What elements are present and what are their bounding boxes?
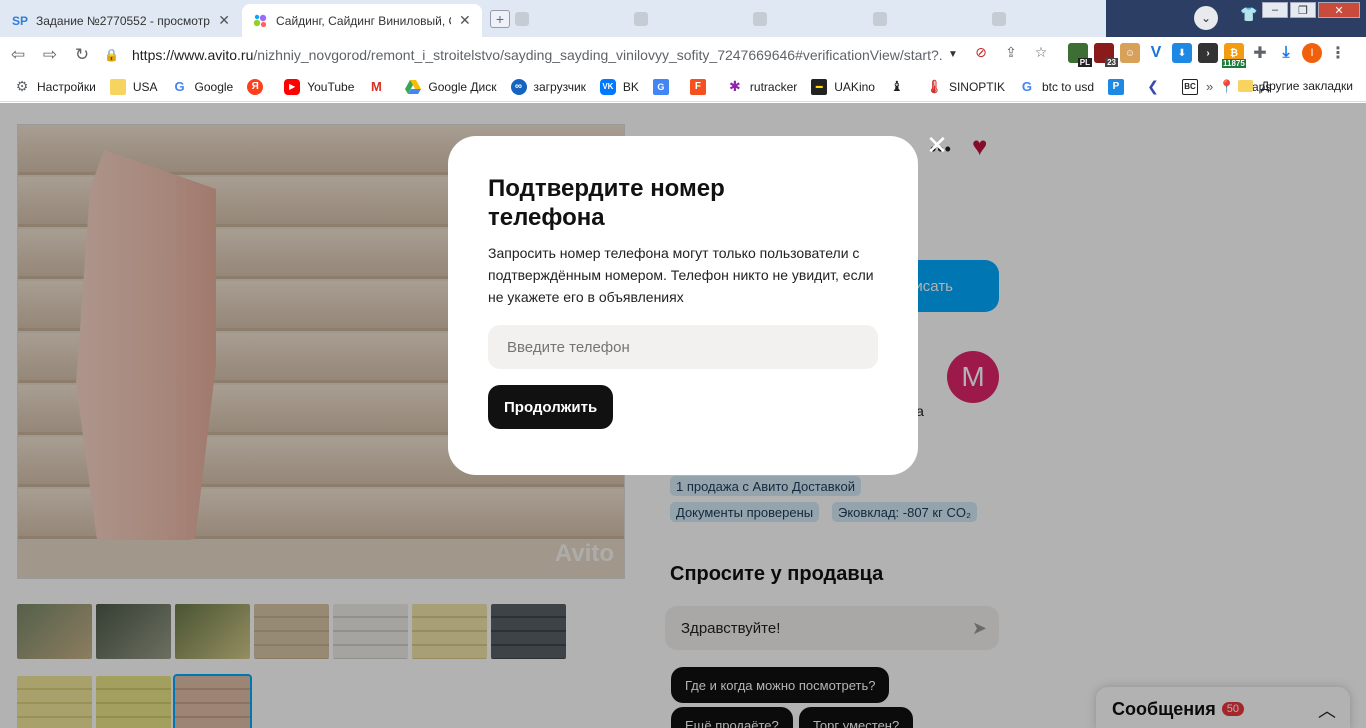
avito-icon bbox=[252, 13, 268, 29]
bookmarks-bar: ⚙ Настройки USA G Google Я ▶ YouTube M Goog… bbox=[0, 72, 1366, 102]
minimize-icon[interactable]: – bbox=[1262, 2, 1288, 18]
bookmark-bc[interactable]: BC bbox=[1182, 78, 1205, 95]
face-extension-icon[interactable]: ☺ bbox=[1120, 43, 1140, 63]
modal-title: Подтвердите номер телефона bbox=[488, 175, 725, 231]
p-icon: P bbox=[1108, 78, 1124, 95]
window-controls: – ❐ ✕ bbox=[1262, 2, 1360, 18]
tab-avito[interactable]: Сайдинг, Сайдинг Виниловый, Со ✕ bbox=[242, 4, 482, 37]
vk-icon: VK bbox=[599, 78, 616, 95]
bookmark-youtube[interactable]: ▶ YouTube bbox=[284, 78, 354, 95]
bookmark-google[interactable]: G Google bbox=[172, 79, 233, 95]
google-icon: G bbox=[1021, 79, 1033, 94]
map-pin-icon: 📍 bbox=[1218, 78, 1236, 94]
bookmark-translate[interactable]: G bbox=[652, 78, 676, 95]
puzzle-icon[interactable]: ✚ bbox=[1250, 43, 1270, 63]
bookmark-uakino[interactable]: ▬ UAKino bbox=[811, 78, 875, 95]
window-close-icon[interactable]: ✕ bbox=[1318, 2, 1360, 18]
reload-icon[interactable]: ↻ bbox=[68, 41, 96, 69]
translate-icon: G bbox=[652, 78, 669, 95]
tab-search-icon[interactable]: ⌄ bbox=[1194, 6, 1218, 30]
folder-icon bbox=[1238, 80, 1253, 92]
bookmark-loader[interactable]: ∞ загрузчик bbox=[510, 78, 586, 95]
bookmark-drive[interactable]: Google Диск bbox=[405, 79, 497, 95]
calendar-extension-icon[interactable]: 23 bbox=[1094, 43, 1118, 67]
tab-task[interactable]: SP Задание №2770552 - просмотр з ✕ bbox=[2, 4, 240, 37]
download-extension-icon[interactable]: ⬇ bbox=[1172, 43, 1192, 63]
bookmark-gmail[interactable]: M bbox=[368, 79, 391, 95]
tab-ghost[interactable] bbox=[634, 6, 747, 32]
gmail-icon: M bbox=[370, 79, 382, 94]
tab-title: Задание №2770552 - просмотр з bbox=[36, 13, 211, 28]
extensions: PL 23 ☺ V ⬇ › ₿ 11875 ✚ ⤓ I ⋮ bbox=[1068, 43, 1348, 68]
folder-icon bbox=[109, 78, 126, 95]
lock-icon: 🔒 bbox=[104, 47, 119, 62]
google-icon: G bbox=[174, 79, 185, 94]
v-extension-icon[interactable]: V bbox=[1146, 43, 1166, 63]
forward-icon[interactable]: ⇨ bbox=[36, 41, 64, 69]
sp-favicon-icon: SP bbox=[12, 13, 29, 28]
bookmark-btc[interactable]: Gbtc to usd bbox=[1019, 79, 1094, 95]
profile-avatar[interactable]: I bbox=[1302, 43, 1322, 63]
bookmark-p[interactable]: P bbox=[1108, 78, 1131, 95]
uakino-icon: ▬ bbox=[811, 78, 828, 95]
maximize-icon[interactable]: ❐ bbox=[1290, 2, 1316, 18]
gear-icon: ⚙ bbox=[15, 78, 29, 94]
tab-strip: SP Задание №2770552 - просмотр з ✕ Сайди… bbox=[0, 0, 1366, 37]
bookmarks-overflow[interactable]: » bbox=[1206, 79, 1213, 94]
other-bookmarks[interactable]: Другие закладки bbox=[1238, 79, 1353, 93]
bookmark-sinoptik[interactable]: 🌡 SINOPTIK bbox=[926, 79, 1005, 95]
drive-icon bbox=[405, 79, 422, 95]
menu-icon[interactable]: ⋮ bbox=[1328, 43, 1348, 63]
infinity-icon: ∞ bbox=[510, 78, 527, 95]
bc-icon: BC bbox=[1182, 78, 1198, 95]
close-icon[interactable]: ✕ bbox=[218, 12, 230, 29]
back-icon[interactable]: ⇦ bbox=[4, 41, 32, 69]
new-tab-icon[interactable]: + bbox=[490, 10, 510, 28]
star-icon[interactable]: ☆ bbox=[1032, 43, 1050, 61]
tab-title: Сайдинг, Сайдинг Виниловый, Со bbox=[276, 13, 451, 28]
tab-ghost[interactable] bbox=[872, 6, 986, 32]
url-text: https://www.avito.ru/nizhniy_novgorod/re… bbox=[132, 46, 942, 63]
bookmark-settings[interactable]: ⚙ Настройки bbox=[14, 78, 96, 95]
thermometer-icon: 🌡 bbox=[925, 78, 943, 94]
bookmark-rutracker[interactable]: ✱ rutracker bbox=[727, 78, 797, 95]
downloads-icon[interactable]: ⤓ bbox=[1276, 43, 1296, 63]
close-icon[interactable]: ✕ bbox=[926, 132, 948, 158]
coin-extension-icon[interactable]: ₿ 11875 bbox=[1222, 43, 1246, 68]
bookmark-yandex[interactable]: Я bbox=[247, 78, 270, 95]
continue-button[interactable]: Продолжить bbox=[488, 385, 614, 429]
modal-description: Запросить номер телефона могут только по… bbox=[488, 245, 874, 305]
address-bar[interactable]: 🔒 https://www.avito.ru/nizhniy_novgorod/… bbox=[104, 41, 966, 68]
tab-ghost[interactable] bbox=[515, 6, 628, 32]
bookmark-chevron[interactable]: ❮ bbox=[1145, 78, 1168, 95]
caret-down-icon[interactable]: ▼ bbox=[948, 49, 958, 60]
phone-input[interactable] bbox=[488, 325, 878, 369]
tab-ghost[interactable] bbox=[753, 6, 866, 32]
bookmark-f[interactable]: F bbox=[689, 78, 713, 95]
blocked-icon[interactable]: ⊘ bbox=[972, 43, 990, 61]
close-icon[interactable]: ✕ bbox=[459, 12, 471, 29]
chess-icon: ♝ bbox=[890, 78, 904, 94]
bookmark-vk[interactable]: VK BK bbox=[599, 78, 639, 95]
terminal-extension-icon[interactable]: › bbox=[1198, 43, 1218, 63]
share-icon[interactable]: ⇪ bbox=[1002, 43, 1020, 61]
bookmark-chess[interactable]: ♝ bbox=[889, 78, 912, 95]
f-icon: F bbox=[689, 78, 706, 95]
bookmark-usa[interactable]: USA bbox=[109, 78, 158, 95]
background-tabs bbox=[515, 6, 1105, 32]
browser-toolbar: ⇦ ⇨ ↻ 🔒 https://www.avito.ru/nizhniy_nov… bbox=[0, 37, 1366, 72]
shirt-icon: 👕 bbox=[1240, 6, 1258, 22]
tab-ghost[interactable] bbox=[991, 6, 1105, 32]
yandex-icon: Я bbox=[247, 78, 264, 95]
youtube-icon: ▶ bbox=[284, 78, 301, 95]
pl-extension-icon[interactable]: PL bbox=[1068, 43, 1092, 67]
address-actions: ⊘ ⇪ ☆ bbox=[972, 43, 1050, 61]
verify-phone-modal: Подтвердите номер телефона Запросить ном… bbox=[448, 136, 918, 475]
rutracker-icon: ✱ bbox=[729, 78, 741, 94]
chevron-left-icon: ❮ bbox=[1147, 78, 1159, 94]
